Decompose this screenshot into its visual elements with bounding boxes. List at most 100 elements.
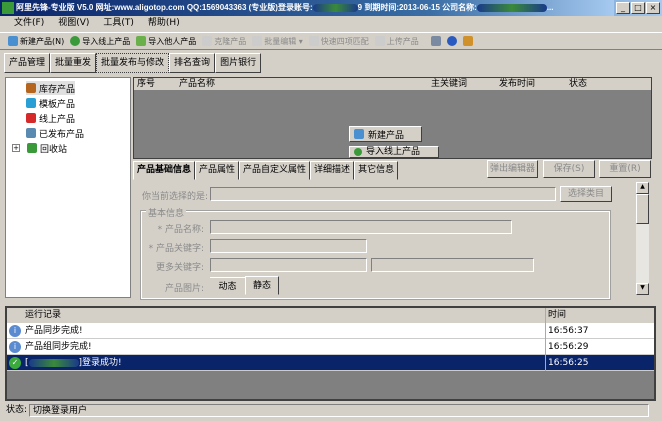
label: 回收站 (40, 144, 68, 155)
log-message-wrap: []登录成功! (25, 358, 122, 368)
product-grid: 序号 产品名称 主关键词 发布时间 状态 新建产品 导入线上产品 (133, 77, 652, 159)
tab-batch-publish[interactable]: 批量发布与修改 (96, 53, 170, 73)
check-icon: ✓ (9, 357, 21, 369)
tab-custom-attributes[interactable]: 产品自定义属性 (239, 161, 311, 180)
cubes-icon (26, 113, 36, 123)
product-name-field[interactable] (210, 220, 512, 234)
quick-match-button[interactable]: 快速四项匹配 (308, 36, 369, 47)
tab-batch-repost[interactable]: 批量重发 (50, 53, 97, 73)
popup-editor-button[interactable]: 弹出编辑器 (487, 160, 538, 178)
form-scrollbar[interactable]: ▲ ▼ (636, 182, 649, 295)
tab-image-bank[interactable]: 图片银行 (215, 53, 262, 73)
help-icon[interactable] (446, 36, 457, 46)
tree-item-template[interactable]: 模板产品 (26, 96, 75, 110)
log-row[interactable]: ✓ []登录成功! 16:56:25 (7, 355, 654, 371)
more-keyword-field-2[interactable] (371, 258, 534, 272)
title-bar: 阿里先锋-专业版 V5.0 网址:www.aligotop.com QQ:156… (0, 0, 614, 16)
batch-edit-button[interactable]: 批量编辑 ▾ (252, 36, 303, 47)
import-online-button[interactable]: 导入线上产品 (70, 36, 130, 47)
import-others-button[interactable]: 导入他人产品 (136, 36, 196, 47)
upload-button[interactable]: 上传产品 (374, 36, 419, 47)
new-product-icon (354, 129, 364, 139)
scroll-thumb[interactable] (636, 194, 649, 224)
app-icon (2, 2, 14, 14)
box-icon (26, 83, 36, 93)
float-new-product-button[interactable]: 新建产品 (349, 126, 422, 142)
product-keyword-field[interactable] (210, 239, 367, 253)
window-icon (26, 128, 36, 138)
run-log: 运行记录 时间 i 产品同步完成! 16:56:37 i 产品组同步完成! 16:56:… (5, 306, 656, 401)
detail-tabs: 产品基础信息 产品属性 产品自定义属性 详细描述 其它信息 (133, 161, 399, 180)
product-name-label: * 产品名称: (157, 225, 204, 235)
group-title: 基本信息 (146, 206, 187, 219)
redacted-account (28, 358, 79, 367)
scroll-up-icon[interactable]: ▲ (636, 182, 649, 194)
minimize-button[interactable]: _ (616, 2, 630, 14)
maximize-button[interactable]: □ (631, 2, 645, 14)
tab-product-management[interactable]: 产品管理 (4, 53, 51, 73)
menu-tools[interactable]: 工具(T) (103, 16, 134, 31)
label: 库存产品 (39, 84, 76, 95)
menu-file[interactable]: 文件(F) (14, 16, 44, 31)
col-name[interactable]: 产品名称 (179, 78, 215, 90)
menu-bar: 文件(F) 视图(V) 工具(T) 帮助(H) (0, 16, 662, 31)
col-keyword[interactable]: 主关键词 (431, 78, 467, 90)
expand-icon[interactable]: + (12, 144, 20, 152)
col-publish-time[interactable]: 发布时间 (499, 78, 535, 90)
new-product-button[interactable]: 新建产品(N) (8, 36, 64, 47)
choose-category-button[interactable]: 选择类目 (560, 186, 612, 202)
recycle-bin-icon (27, 143, 37, 153)
log-row[interactable]: i 产品同步完成! 16:56:37 (7, 323, 654, 339)
col-log[interactable]: 运行记录 (25, 308, 61, 323)
redacted-company (476, 3, 547, 12)
current-selection-field[interactable] (210, 187, 556, 201)
tab-other-info[interactable]: 其它信息 (354, 161, 399, 180)
log-time: 16:56:37 (545, 323, 588, 339)
label: 导入线上产品 (366, 147, 421, 157)
tab-attributes[interactable]: 产品属性 (195, 161, 240, 180)
col-status[interactable]: 状态 (569, 78, 587, 90)
tree-item-recycle[interactable]: + 回收站 (12, 141, 67, 155)
settings-icon[interactable] (430, 36, 441, 46)
label: 克隆产品 (214, 36, 247, 46)
tree-item-stock[interactable]: 库存产品 (26, 81, 76, 95)
clone-icon (202, 36, 213, 46)
clone-button[interactable]: 克隆产品 (202, 36, 246, 47)
scroll-down-icon[interactable]: ▼ (636, 283, 649, 295)
log-header: 运行记录 时间 (7, 308, 654, 323)
tab-ranking[interactable]: 排名查询 (169, 53, 216, 73)
new-product-icon (8, 36, 18, 46)
col-time[interactable]: 时间 (545, 308, 566, 323)
log-row[interactable]: i 产品组同步完成! 16:56:29 (7, 339, 654, 355)
tree-item-published[interactable]: 已发布产品 (26, 126, 84, 140)
image-tab-static[interactable]: 静态 (245, 276, 279, 295)
current-selection-label: 你当前选择的是: (141, 192, 208, 202)
expiry-text: 到期时间:2013-06-15 公司名称: (362, 3, 477, 12)
col-index[interactable]: 序号 (137, 78, 155, 90)
image-tab-dynamic[interactable]: 动态 (210, 277, 245, 295)
tab-description[interactable]: 详细描述 (310, 161, 355, 180)
label: 导入他人产品 (148, 36, 197, 46)
grid-header: 序号 产品名称 主关键词 发布时间 状态 (134, 78, 651, 90)
reset-button[interactable]: 重置(R) (599, 160, 651, 178)
product-keyword-label: * 产品关键字: (148, 244, 204, 254)
log-message: ]登录成功! (78, 358, 122, 368)
label: 新建产品 (368, 130, 405, 141)
batch-edit-icon (252, 36, 263, 46)
user-icon[interactable] (462, 36, 473, 46)
float-import-online-button[interactable]: 导入线上产品 (349, 146, 439, 158)
more-keyword-field-1[interactable] (210, 258, 367, 272)
status-text: 切换登录用户 (29, 404, 649, 417)
download-icon (70, 36, 81, 46)
match-icon (308, 36, 319, 46)
tree-item-online[interactable]: 线上产品 (26, 111, 75, 125)
save-button[interactable]: 保存(S) (543, 160, 595, 178)
menu-view[interactable]: 视图(V) (58, 16, 89, 31)
menu-help[interactable]: 帮助(H) (148, 16, 180, 31)
tab-basic-info[interactable]: 产品基础信息 (133, 161, 196, 180)
label: 导入线上产品 (82, 36, 131, 46)
product-image-label: 产品图片: (164, 284, 204, 294)
toolbar: 新建产品(N) 导入线上产品 导入他人产品 克隆产品 批量编辑 ▾ 快速四项匹配… (0, 32, 662, 50)
close-button[interactable]: × (646, 2, 660, 14)
label: 已发布产品 (39, 129, 85, 140)
